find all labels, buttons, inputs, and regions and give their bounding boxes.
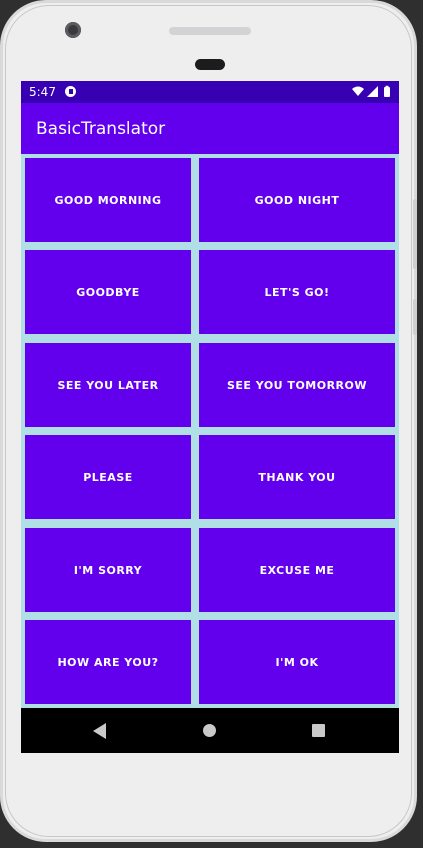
phrase-button-please[interactable]: PLEASE (25, 435, 191, 519)
power-button (413, 299, 417, 335)
status-time: 5:47 (29, 85, 56, 99)
wifi-icon (352, 86, 364, 96)
phrase-button-excuse-me[interactable]: EXCUSE ME (199, 528, 395, 612)
phrase-button-goodbye[interactable]: GOODBYE (25, 250, 191, 334)
phrase-button-im-sorry[interactable]: I'M SORRY (25, 528, 191, 612)
home-icon[interactable] (203, 724, 216, 737)
phrase-button-good-night[interactable]: GOOD NIGHT (199, 158, 395, 242)
app-title: BasicTranslator (36, 119, 166, 139)
top-speaker-grille (169, 27, 251, 35)
phrase-button-see-you-later[interactable]: SEE YOU LATER (25, 343, 191, 427)
back-icon[interactable] (93, 723, 106, 739)
phrase-button-lets-go[interactable]: LET'S GO! (199, 250, 395, 334)
phrase-button-im-ok[interactable]: I'M OK (199, 620, 395, 704)
phrase-grid: GOOD MORNING GOOD NIGHT GOODBYE LET'S GO… (21, 154, 399, 708)
status-bar: 5:47 (21, 81, 399, 103)
status-icons (352, 85, 390, 97)
recents-icon[interactable] (312, 724, 325, 737)
phrase-button-thank-you[interactable]: THANK YOU (199, 435, 395, 519)
front-camera (65, 22, 81, 38)
phrase-button-see-you-tomorrow[interactable]: SEE YOU TOMORROW (199, 343, 395, 427)
phone-frame: 5:47 BasicTranslator GOOD MORNING GOOD N… (0, 0, 417, 842)
app-bar: BasicTranslator (21, 103, 399, 154)
earpiece (195, 59, 225, 70)
screen: 5:47 BasicTranslator GOOD MORNING GOOD N… (21, 81, 399, 753)
phrase-button-how-are-you[interactable]: HOW ARE YOU? (25, 620, 191, 704)
navigation-bar (21, 708, 399, 753)
cellular-signal-icon (367, 86, 378, 97)
volume-button (413, 199, 417, 269)
notification-app-icon (65, 86, 76, 97)
phrase-button-good-morning[interactable]: GOOD MORNING (25, 158, 191, 242)
battery-icon (384, 85, 390, 97)
